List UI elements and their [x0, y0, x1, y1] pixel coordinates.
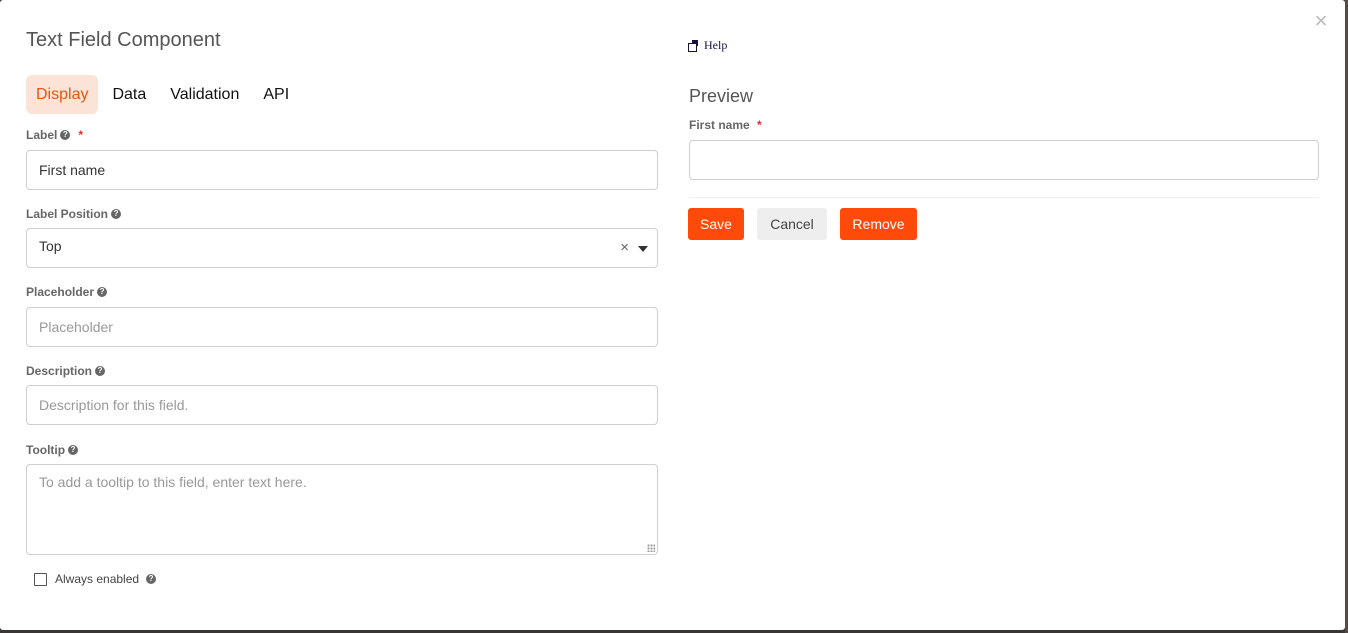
- tooltip-field-text: Tooltip: [26, 443, 66, 457]
- tab-api[interactable]: API: [253, 75, 299, 114]
- required-asterisk: *: [78, 128, 84, 142]
- help-link-text: Help: [704, 38, 728, 52]
- cancel-button[interactable]: Cancel: [757, 208, 827, 240]
- tab-data[interactable]: Data: [102, 75, 156, 114]
- dialog-title: Text Field Component: [26, 29, 221, 51]
- settings-tabs: Display Data Validation API: [26, 75, 303, 114]
- question-circle-icon[interactable]: ?: [60, 130, 71, 140]
- always-enabled-label: Always enabled: [55, 572, 140, 586]
- component-settings-dialog: × Text Field Component Display Data Vali…: [0, 0, 1345, 630]
- question-circle-icon[interactable]: ?: [97, 287, 108, 297]
- chevron-down-icon[interactable]: [638, 246, 648, 252]
- tab-display[interactable]: Display: [26, 75, 99, 114]
- tooltip-textarea[interactable]: [26, 464, 658, 555]
- preview-first-name-input[interactable]: [689, 140, 1319, 180]
- always-enabled-row: Always enabled ?: [34, 572, 157, 586]
- label-input[interactable]: [26, 150, 658, 190]
- question-circle-icon[interactable]: ?: [111, 209, 122, 219]
- label-position-field-label: Label Position ?: [26, 207, 122, 221]
- label-position-text: Label Position: [26, 207, 109, 221]
- question-circle-icon[interactable]: ?: [68, 445, 79, 455]
- external-window-icon: [688, 40, 701, 52]
- help-link[interactable]: Help: [688, 38, 727, 53]
- required-asterisk: *: [757, 118, 762, 132]
- label-field-text: Label: [26, 128, 58, 142]
- label-field-label: Label ? *: [26, 128, 83, 142]
- preview-field-text: First name: [689, 118, 750, 132]
- label-position-select[interactable]: Top ×: [26, 228, 658, 268]
- description-field-label: Description ?: [26, 364, 106, 378]
- select-value: Top: [39, 238, 62, 254]
- placeholder-field-text: Placeholder: [26, 285, 95, 299]
- remove-button[interactable]: Remove: [840, 208, 917, 240]
- preview-divider: [689, 197, 1319, 198]
- question-circle-icon[interactable]: ?: [146, 574, 157, 584]
- placeholder-field-label: Placeholder ?: [26, 285, 108, 299]
- preview-title: Preview: [689, 86, 754, 106]
- close-icon[interactable]: ×: [1311, 10, 1331, 32]
- placeholder-input[interactable]: [26, 307, 658, 347]
- save-button[interactable]: Save: [688, 208, 744, 240]
- clear-icon[interactable]: ×: [620, 239, 629, 257]
- always-enabled-checkbox[interactable]: [34, 572, 47, 586]
- preview-field-label: First name *: [689, 118, 762, 132]
- tooltip-field-label: Tooltip ?: [26, 443, 79, 457]
- description-field-text: Description: [26, 364, 93, 378]
- tab-validation[interactable]: Validation: [160, 75, 249, 114]
- question-circle-icon[interactable]: ?: [95, 366, 106, 376]
- description-input[interactable]: [26, 385, 658, 425]
